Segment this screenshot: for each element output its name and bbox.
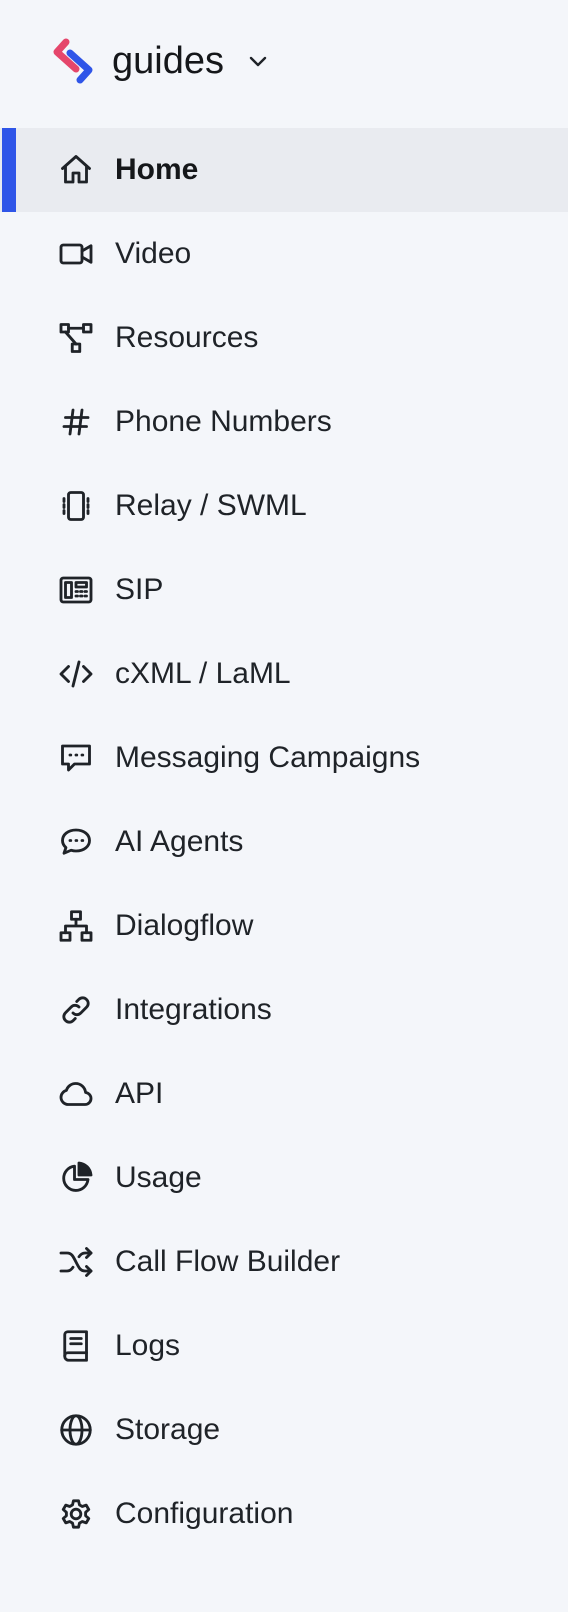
resources-icon xyxy=(57,320,95,356)
sidebar-item-label: Dialogflow xyxy=(115,909,254,942)
sidebar-item-sip[interactable]: SIP xyxy=(0,548,568,632)
sidebar-item-phone-numbers[interactable]: Phone Numbers xyxy=(0,380,568,464)
sidebar-item-logs[interactable]: Logs xyxy=(0,1304,568,1388)
sidebar-item-dialogflow[interactable]: Dialogflow xyxy=(0,884,568,968)
sidebar-item-label: SIP xyxy=(115,573,164,606)
video-camera-icon xyxy=(57,236,95,272)
sidebar-item-label: cXML / LaML xyxy=(115,657,291,690)
sidebar-item-label: Integrations xyxy=(115,993,272,1026)
sidebar: guides Home Video Resources Phone Number… xyxy=(0,0,568,1612)
sidebar-item-call-flow-builder[interactable]: Call Flow Builder xyxy=(0,1220,568,1304)
cloud-icon xyxy=(57,1076,95,1112)
sidebar-item-label: Logs xyxy=(115,1329,181,1362)
phone-vibrate-icon xyxy=(57,488,95,524)
workspace-switcher[interactable]: guides xyxy=(52,36,270,86)
chat-bubble-icon xyxy=(57,824,95,860)
sidebar-item-relay-swml[interactable]: Relay / SWML xyxy=(0,464,568,548)
sidebar-item-usage[interactable]: Usage xyxy=(0,1136,568,1220)
sidebar-item-home[interactable]: Home xyxy=(0,128,568,212)
sidebar-item-cxml-laml[interactable]: cXML / LaML xyxy=(0,632,568,716)
sidebar-item-label: Messaging Campaigns xyxy=(115,741,421,774)
sidebar-item-label: Call Flow Builder xyxy=(115,1245,341,1278)
globe-icon xyxy=(57,1412,95,1448)
gear-icon xyxy=(57,1496,95,1532)
sidebar-item-label: Usage xyxy=(115,1161,202,1194)
link-icon xyxy=(57,992,95,1028)
sidebar-item-label: Relay / SWML xyxy=(115,489,307,522)
sidebar-item-label: API xyxy=(115,1077,164,1110)
pie-chart-icon xyxy=(57,1160,95,1196)
sidebar-nav: Home Video Resources Phone Numbers Relay xyxy=(0,128,568,1556)
hash-icon xyxy=(57,404,95,440)
sidebar-item-messaging-campaigns[interactable]: Messaging Campaigns xyxy=(0,716,568,800)
shuffle-icon xyxy=(57,1244,95,1280)
chat-square-icon xyxy=(57,740,95,776)
sidebar-item-storage[interactable]: Storage xyxy=(0,1388,568,1472)
desk-phone-icon xyxy=(57,572,95,608)
signalwire-logo-icon xyxy=(52,36,94,86)
sidebar-item-ai-agents[interactable]: AI Agents xyxy=(0,800,568,884)
code-icon xyxy=(57,656,95,692)
sidebar-item-video[interactable]: Video xyxy=(0,212,568,296)
home-icon xyxy=(57,152,95,188)
sidebar-item-integrations[interactable]: Integrations xyxy=(0,968,568,1052)
sidebar-item-label: Video xyxy=(115,237,192,270)
sidebar-item-configuration[interactable]: Configuration xyxy=(0,1472,568,1556)
sidebar-item-label: Home xyxy=(115,153,199,186)
sidebar-item-resources[interactable]: Resources xyxy=(0,296,568,380)
book-icon xyxy=(57,1328,95,1364)
sidebar-item-label: Configuration xyxy=(115,1497,294,1530)
sidebar-item-label: Resources xyxy=(115,321,259,354)
sitemap-icon xyxy=(57,908,95,944)
sidebar-item-label: Phone Numbers xyxy=(115,405,332,438)
sidebar-item-api[interactable]: API xyxy=(0,1052,568,1136)
chevron-down-icon[interactable] xyxy=(246,49,270,73)
workspace-name: guides xyxy=(112,40,224,82)
sidebar-item-label: AI Agents xyxy=(115,825,244,858)
sidebar-item-label: Storage xyxy=(115,1413,221,1446)
